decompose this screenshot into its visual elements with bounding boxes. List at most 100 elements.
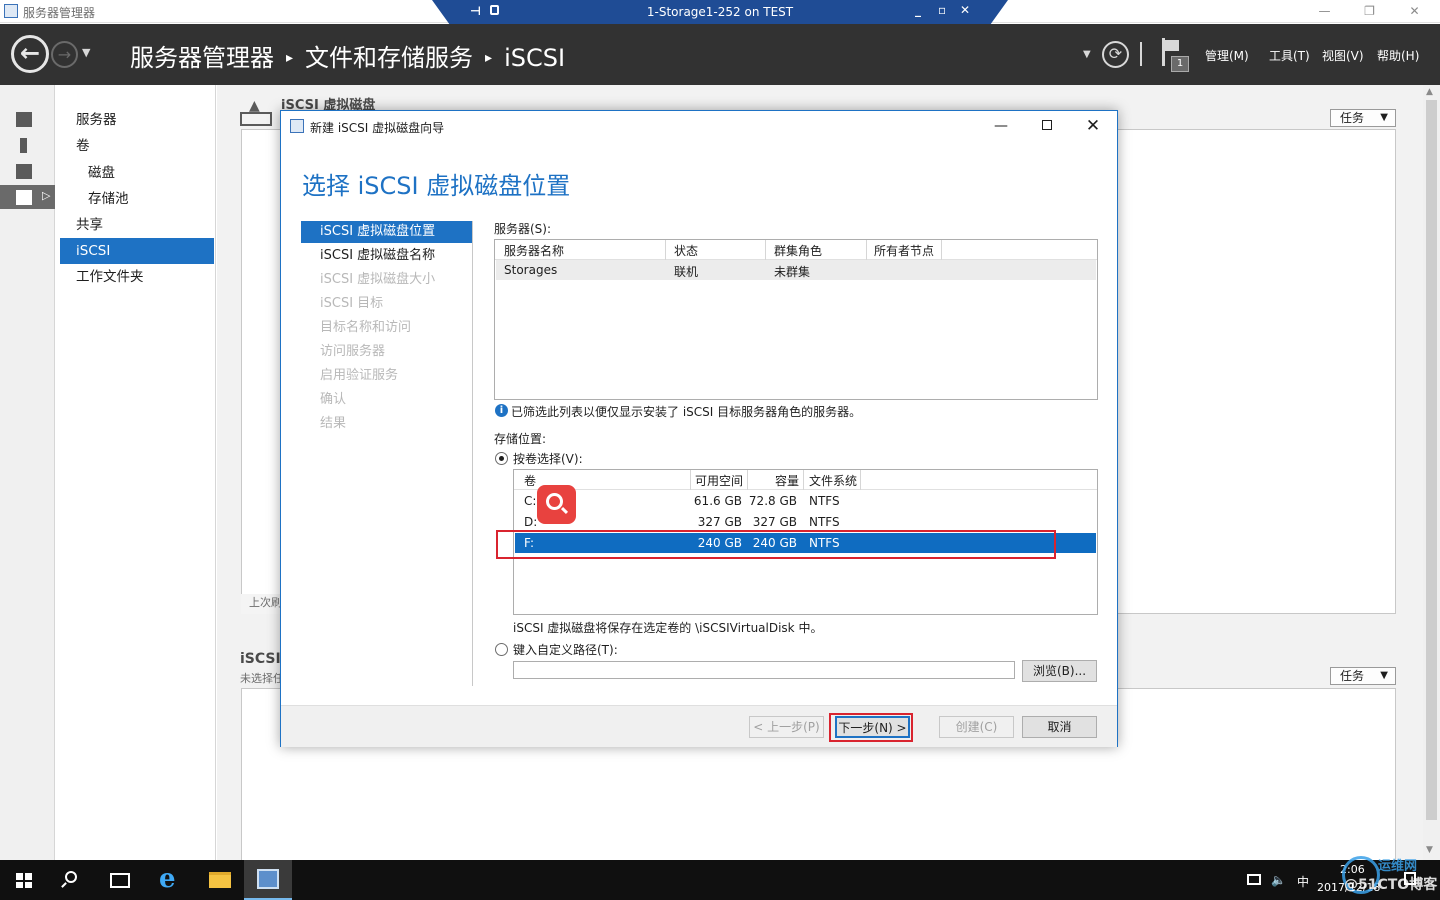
cell-status: 联机	[674, 265, 699, 279]
table-row[interactable]: Storages 联机 未群集	[496, 260, 1096, 280]
notifications-flag-icon[interactable]: 1	[1160, 38, 1190, 72]
minimize-button[interactable]: —	[1302, 2, 1347, 20]
scroll-thumb[interactable]	[1426, 100, 1437, 820]
server-manager-taskbar-button[interactable]	[244, 860, 292, 900]
step-size: iSCSI 虚拟磁盘大小	[320, 272, 436, 287]
ime-indicator[interactable]: 中	[1297, 873, 1309, 890]
col-server-name[interactable]: 服务器名称	[504, 242, 564, 259]
internet-explorer-button[interactable]: e	[147, 860, 195, 900]
nav-work-folders[interactable]: 工作文件夹	[60, 264, 214, 290]
header-dropdown-icon[interactable]: ▼	[1083, 49, 1091, 60]
chevron-right-icon: ▷	[42, 189, 51, 202]
nav-volumes[interactable]: 卷	[60, 133, 214, 159]
breadcrumb-file-storage[interactable]: 文件和存储服务	[305, 44, 473, 72]
refresh-button[interactable]: ⟳	[1102, 41, 1129, 68]
cell-filesystem: NTFS	[809, 494, 840, 508]
step-name[interactable]: iSCSI 虚拟磁盘名称	[301, 245, 472, 267]
cancel-button[interactable]: 取消	[1022, 716, 1097, 738]
maximize-button[interactable]: ❐	[1347, 2, 1392, 20]
tasks-label: 任务	[1340, 669, 1365, 683]
server-label: 服务器(S):	[494, 222, 552, 236]
breadcrumb-server-manager[interactable]: 服务器管理器	[130, 44, 274, 72]
nav-shares[interactable]: 共享	[60, 212, 214, 238]
annotation-highlight-volume-f	[496, 530, 1056, 559]
cell-capacity: 327 GB	[752, 515, 797, 529]
column-separator	[941, 240, 942, 260]
disk-tray	[240, 112, 272, 126]
col-volume[interactable]: 卷	[524, 472, 536, 489]
wizard-minimize-button[interactable]: —	[978, 114, 1024, 138]
custom-path-radio[interactable]	[495, 643, 508, 656]
rail-local-server[interactable]	[0, 133, 55, 157]
wizard-title: 新建 iSCSI 虚拟磁盘向导	[310, 121, 445, 135]
col-cluster-role[interactable]: 群集角色	[774, 242, 822, 259]
wizard-close-button[interactable]: ✕	[1070, 114, 1116, 138]
menu-view[interactable]: 视图(V)	[1322, 47, 1364, 64]
menu-help[interactable]: 帮助(H)	[1377, 47, 1419, 64]
volume-row-d[interactable]: D: 327 GB 327 GB NTFS	[515, 512, 1096, 532]
col-capacity[interactable]: 容量	[775, 472, 799, 489]
nav-disks[interactable]: 磁盘	[60, 160, 214, 186]
column-separator	[866, 240, 867, 260]
tasks-dropdown[interactable]: 任务 ▼	[1330, 667, 1396, 685]
custom-path-label[interactable]: 键入自定义路径(T):	[513, 641, 618, 658]
task-view-button[interactable]	[96, 860, 144, 900]
col-status[interactable]: 状态	[674, 242, 698, 259]
remote-restore-button[interactable]: ▫	[938, 3, 946, 17]
nav-servers[interactable]: 服务器	[60, 107, 214, 133]
breadcrumb-iscsi: iSCSI	[504, 44, 566, 72]
custom-path-input[interactable]	[513, 661, 1015, 679]
header-divider	[1140, 42, 1142, 66]
step-target: iSCSI 目标	[320, 296, 384, 311]
browse-button[interactable]: 浏览(B)...	[1022, 660, 1097, 682]
section-subtitle: 未选择任何虚拟磁盘	[240, 672, 280, 685]
by-volume-label[interactable]: 按卷选择(V):	[513, 450, 583, 467]
col-free-space[interactable]: 可用空间	[695, 472, 743, 489]
step-location[interactable]: iSCSI 虚拟磁盘位置	[301, 221, 472, 243]
menu-manage[interactable]: 管理(M)	[1205, 47, 1249, 64]
by-volume-radio[interactable]	[495, 452, 508, 465]
file-explorer-button[interactable]	[196, 860, 244, 900]
remote-close-button[interactable]: ✕	[960, 3, 970, 17]
section-title-iscsi-targets: iSCSI	[240, 651, 281, 667]
magnifier-search-icon[interactable]	[537, 485, 576, 524]
rail-all-servers[interactable]	[0, 159, 55, 183]
windows-logo-icon	[16, 873, 32, 888]
taskbar-search-button[interactable]	[48, 860, 96, 900]
remote-minimize-button[interactable]: _	[915, 3, 921, 17]
back-arrow-icon: ←	[20, 39, 41, 67]
network-icon[interactable]	[1247, 874, 1261, 885]
notification-count-badge: 1	[1171, 56, 1189, 72]
start-button[interactable]	[0, 860, 48, 900]
cell-volume: C:	[524, 494, 537, 508]
forward-button[interactable]: →	[51, 41, 78, 68]
nav-storage-pools[interactable]: 存储池	[60, 186, 214, 212]
back-button[interactable]: ←	[11, 35, 49, 73]
tasks-dropdown[interactable]: 任务 ▼	[1330, 109, 1396, 127]
col-filesystem[interactable]: 文件系统	[809, 472, 857, 489]
remote-connection-bar: ⊣ 1-Storage1-252 on TEST _ ▫ ✕	[432, 0, 1008, 24]
create-button[interactable]: 创建(C)	[939, 716, 1014, 738]
maximize-icon	[1042, 120, 1052, 130]
previous-button[interactable]: < 上一步(P)	[749, 716, 824, 738]
history-dropdown-icon[interactable]: ▼	[82, 46, 90, 59]
wizard-maximize-button[interactable]	[1024, 114, 1070, 138]
wizard-steps: iSCSI 虚拟磁盘位置 iSCSI 虚拟磁盘名称 iSCSI 虚拟磁盘大小 i…	[301, 221, 473, 686]
watermark-logo: 运维网 @51CTO博客	[1336, 852, 1440, 900]
wizard-titlebar: 新建 iSCSI 虚拟磁盘向导 — ✕	[281, 111, 1117, 141]
nav-iscsi[interactable]: iSCSI	[60, 238, 214, 264]
col-owner-node[interactable]: 所有者节点	[874, 242, 934, 259]
menu-tools[interactable]: 工具(T)	[1269, 47, 1310, 64]
main-scrollbar[interactable]: ▲ ▼	[1423, 85, 1440, 860]
tasks-label: 任务	[1340, 111, 1365, 125]
ie-icon: e	[159, 864, 176, 894]
scroll-up-icon[interactable]: ▲	[1426, 87, 1433, 97]
rail-file-storage[interactable]: ▷	[0, 185, 55, 209]
close-button[interactable]: ✕	[1392, 2, 1437, 20]
icon-rail: ▷	[0, 85, 55, 860]
rail-dashboard[interactable]	[0, 107, 55, 131]
volume-muted-icon[interactable]: 🔈	[1271, 873, 1286, 887]
server-table[interactable]: 服务器名称 状态 群集角色 所有者节点 Storages 联机 未群集	[494, 239, 1098, 400]
volume-row-c[interactable]: C: 61.6 GB 72.8 GB NTFS	[515, 491, 1096, 511]
watermark-bottom-text: @51CTO博客	[1344, 877, 1438, 893]
